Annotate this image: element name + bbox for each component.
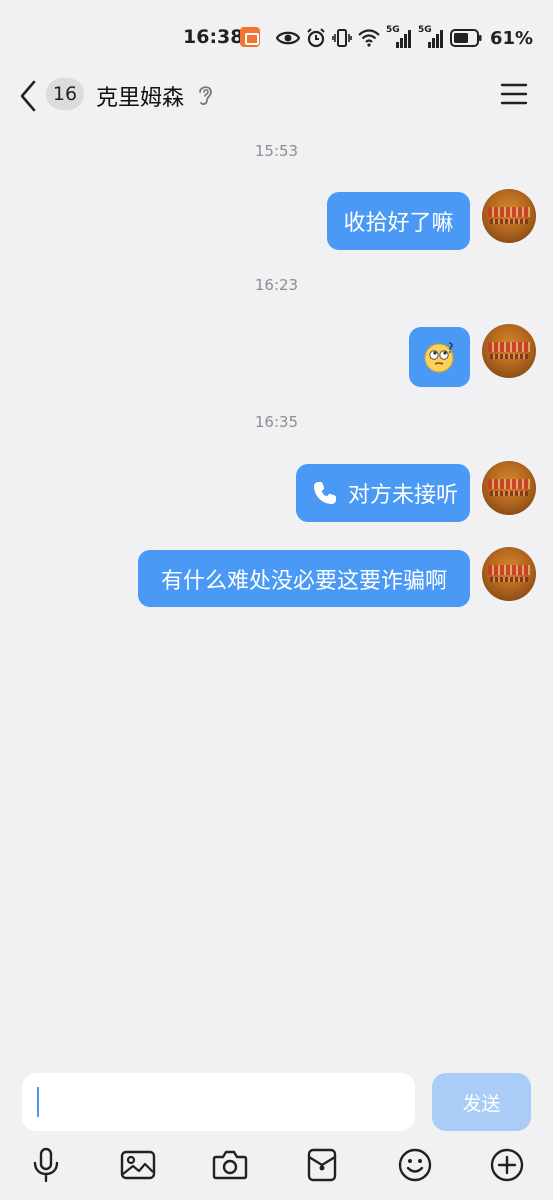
notification-app-icon xyxy=(240,27,260,47)
signal-2: 5G xyxy=(418,25,444,49)
status-time: 16:38 xyxy=(183,26,244,48)
avatar[interactable] xyxy=(482,461,536,515)
avatar[interactable] xyxy=(482,324,536,378)
message-input[interactable] xyxy=(22,1073,415,1131)
message-bubble-emoji[interactable] xyxy=(409,327,470,387)
signal-bars-icon xyxy=(396,30,411,48)
battery-icon xyxy=(450,29,482,47)
send-button[interactable]: 发送 xyxy=(432,1073,531,1131)
wifi-icon xyxy=(358,29,380,47)
eye-icon xyxy=(276,31,300,45)
camera-icon xyxy=(212,1150,248,1180)
red-packet-button[interactable] xyxy=(303,1146,341,1184)
more-button[interactable] xyxy=(488,1146,526,1184)
message-text: 对方未接听 xyxy=(348,483,459,508)
camera-button[interactable] xyxy=(211,1146,249,1184)
phone-icon xyxy=(314,482,336,504)
message-text: 有什么难处没必要这要诈骗啊 xyxy=(160,568,447,594)
alarm-icon xyxy=(307,28,325,48)
hamburger-menu-icon xyxy=(500,83,528,105)
emoji-icon xyxy=(398,1148,432,1182)
ear-icon xyxy=(196,83,214,107)
plus-icon xyxy=(490,1148,524,1182)
voice-button[interactable] xyxy=(27,1146,65,1184)
avatar[interactable] xyxy=(482,189,536,243)
chevron-left-icon xyxy=(20,80,36,112)
signal-1: 5G xyxy=(386,25,412,49)
chat-header: 16 克里姆森 xyxy=(0,72,553,120)
message-timestamp: 15:53 xyxy=(254,142,299,160)
emoji-button[interactable] xyxy=(396,1146,434,1184)
avatar[interactable] xyxy=(482,547,536,601)
image-button[interactable] xyxy=(119,1146,157,1184)
vibrate-icon xyxy=(332,29,352,47)
back-button[interactable] xyxy=(14,78,42,114)
text-caret xyxy=(37,1087,39,1117)
menu-button[interactable] xyxy=(500,80,528,108)
red-packet-icon xyxy=(307,1148,337,1182)
chat-title[interactable]: 克里姆森 xyxy=(96,80,184,112)
message-bubble-text[interactable]: 有什么难处没必要这要诈骗啊 xyxy=(138,550,470,607)
message-timestamp: 16:23 xyxy=(254,276,299,294)
message-bubble-call[interactable]: 对方未接听 xyxy=(296,464,470,522)
bottom-toolbar xyxy=(0,1140,553,1190)
input-bar: 发送 xyxy=(0,1066,553,1138)
status-icons: 5G 5G 61% xyxy=(276,25,534,50)
unread-count-badge[interactable]: 16 xyxy=(46,78,84,110)
message-bubble-text[interactable]: 收拾好了嘛 xyxy=(327,192,470,250)
status-bar: 16:38 5G 5G 61% xyxy=(0,0,553,72)
image-icon xyxy=(120,1150,156,1180)
message-text: 收拾好了嘛 xyxy=(343,211,454,236)
eye-roll-emoji-icon xyxy=(424,342,453,373)
microphone-icon xyxy=(33,1147,59,1183)
battery-percent: 61% xyxy=(490,27,534,49)
message-timestamp: 16:35 xyxy=(254,413,299,431)
signal-bars-icon xyxy=(428,30,443,48)
